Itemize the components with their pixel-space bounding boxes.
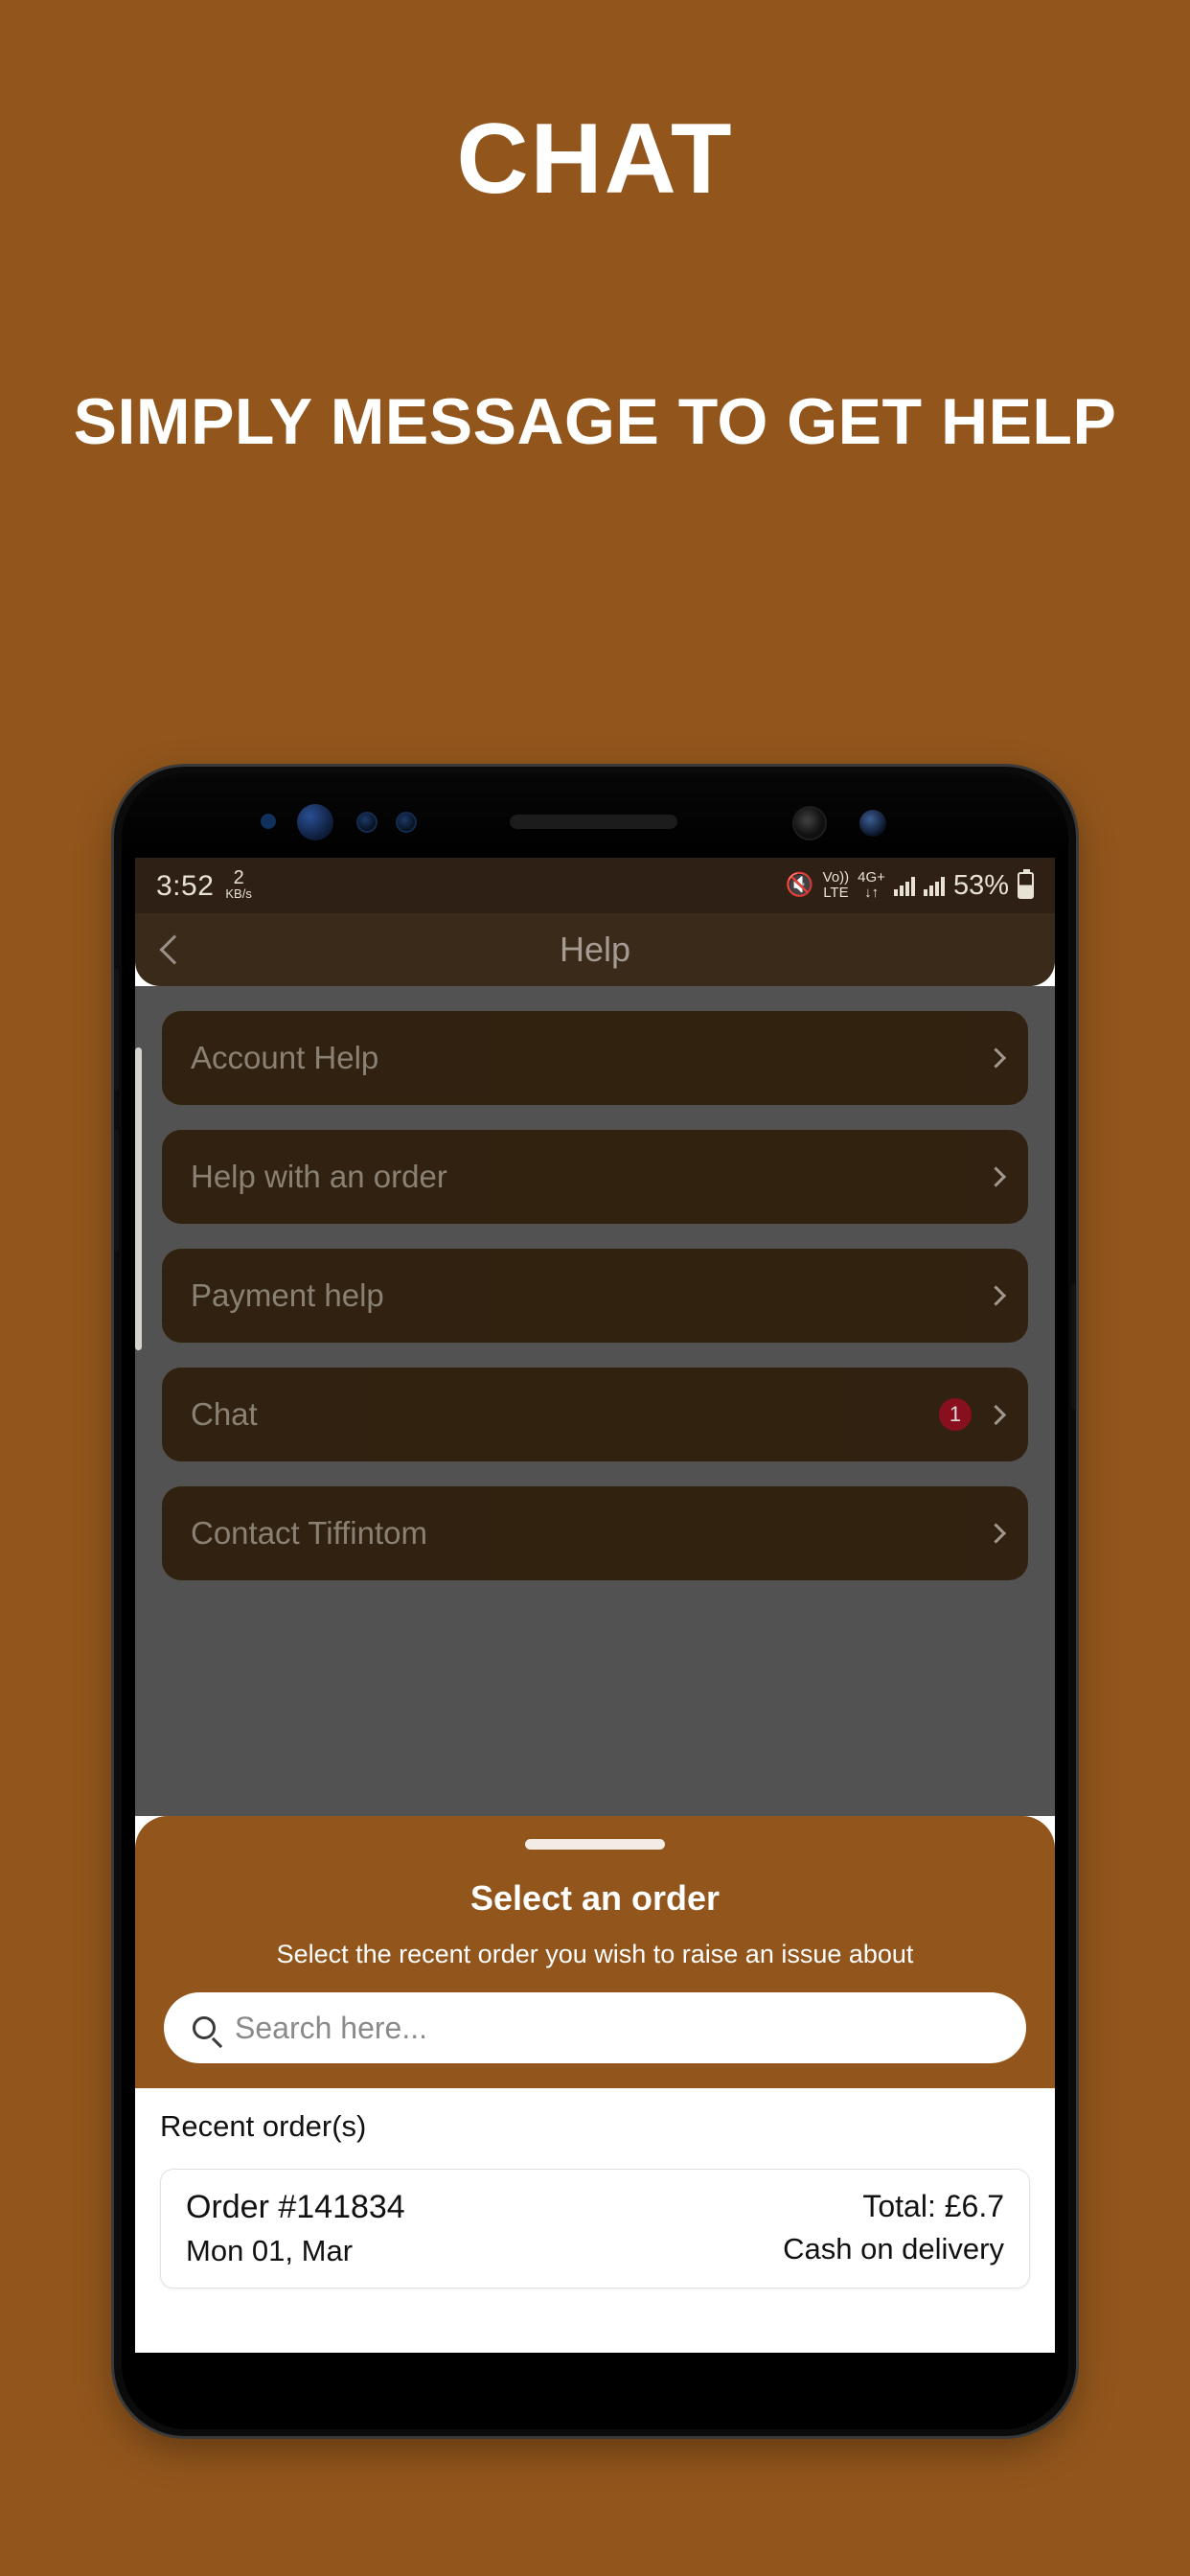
battery-icon bbox=[1018, 869, 1034, 899]
order-primary-info: Order #141834 Mon 01, Mar bbox=[186, 2189, 405, 2268]
recent-orders-title: Recent order(s) bbox=[160, 2109, 367, 2143]
network-type-label: 4G+ bbox=[858, 869, 885, 886]
light-sensor-icon bbox=[396, 812, 417, 833]
signal-bars-sim1-icon bbox=[893, 875, 915, 896]
status-badge: 1 bbox=[939, 1398, 972, 1431]
help-item-trailing: 1 bbox=[939, 1398, 1007, 1431]
search-placeholder: Search here... bbox=[235, 2010, 427, 2045]
drag-handle[interactable] bbox=[525, 1839, 665, 1850]
network-speed: 2 KB/s bbox=[225, 868, 251, 903]
page-title: Help bbox=[559, 930, 631, 969]
mute-icon: 🔇 bbox=[785, 872, 814, 898]
phone-screen: 3:52 2 KB/s 🔇 Vo)) LTE 4G+ ↓↑ 53% Help A… bbox=[135, 858, 1055, 2353]
volte-label-bottom: LTE bbox=[823, 885, 849, 901]
help-item-label: Account Help bbox=[191, 1040, 379, 1075]
order-id: Order #141834 bbox=[186, 2189, 405, 2225]
network-speed-value: 2 bbox=[233, 867, 244, 888]
data-arrows-icon: ↓↑ bbox=[864, 885, 880, 901]
status-bar-left: 3:52 2 KB/s bbox=[156, 868, 252, 903]
help-menu-list: Account Help Help with an order Payment … bbox=[135, 986, 1055, 1816]
help-item-account-help[interactable]: Account Help bbox=[162, 1011, 1028, 1105]
help-item-contact-tiffintom[interactable]: Contact Tiffintom bbox=[162, 1486, 1028, 1580]
chevron-right-icon bbox=[985, 1523, 1007, 1544]
proximity-sensor-icon bbox=[356, 812, 378, 833]
chevron-right-icon bbox=[985, 1047, 1007, 1069]
help-item-chat[interactable]: Chat 1 bbox=[162, 1368, 1028, 1461]
sheet-title: Select an order bbox=[469, 1878, 721, 1918]
chevron-right-icon bbox=[985, 1285, 1007, 1306]
secondary-camera-icon bbox=[859, 810, 886, 837]
phone-body: 3:52 2 KB/s 🔇 Vo)) LTE 4G+ ↓↑ 53% Help A… bbox=[122, 773, 1068, 2429]
sheet-subtitle: Select the recent order you wish to rais… bbox=[276, 1940, 914, 1968]
help-item-payment-help[interactable]: Payment help bbox=[162, 1249, 1028, 1343]
chevron-left-icon[interactable] bbox=[159, 934, 190, 965]
phone-top-bezel bbox=[122, 773, 1068, 858]
help-item-trailing bbox=[985, 1166, 1007, 1187]
volte-icon: Vo)) LTE bbox=[823, 870, 850, 900]
battery-percent: 53% bbox=[952, 869, 1009, 901]
network-speed-unit: KB/s bbox=[225, 886, 252, 901]
search-input[interactable]: Search here... bbox=[164, 1992, 1026, 2063]
order-secondary-info: Total: £6.7 Cash on delivery bbox=[783, 2189, 1004, 2268]
help-item-label: Chat bbox=[191, 1396, 258, 1432]
power-button[interactable] bbox=[1071, 1284, 1076, 1409]
phone-mockup: 3:52 2 KB/s 🔇 Vo)) LTE 4G+ ↓↑ 53% Help A… bbox=[114, 767, 1076, 2436]
help-item-trailing bbox=[985, 1285, 1007, 1306]
promo-title: CHAT bbox=[456, 104, 734, 215]
select-order-sheet: Select an order Select the recent order … bbox=[135, 1816, 1055, 2088]
volume-up-button[interactable] bbox=[114, 968, 119, 1091]
promo-screenshot: CHAT SIMPLY MESSAGE TO GET HELP 3:52 2 K… bbox=[0, 0, 1190, 2576]
help-item-trailing bbox=[985, 1047, 1007, 1069]
sensor-icon bbox=[261, 814, 276, 829]
help-item-label: Contact Tiffintom bbox=[191, 1515, 428, 1551]
help-item-trailing bbox=[985, 1523, 1007, 1544]
volte-label-top: Vo)) bbox=[822, 869, 850, 886]
status-bar: 3:52 2 KB/s 🔇 Vo)) LTE 4G+ ↓↑ 53% bbox=[135, 858, 1055, 913]
iris-scanner-icon bbox=[297, 804, 333, 840]
order-list-item[interactable]: Order #141834 Mon 01, Mar Total: £6.7 Ca… bbox=[160, 2169, 1030, 2288]
help-item-help-with-an-order[interactable]: Help with an order bbox=[162, 1130, 1028, 1224]
signal-bars-sim2-icon bbox=[923, 875, 945, 896]
scrollbar[interactable] bbox=[135, 1047, 142, 1350]
earpiece-speaker bbox=[510, 815, 677, 829]
promo-subtitle: SIMPLY MESSAGE TO GET HELP bbox=[73, 385, 1117, 458]
clock: 3:52 bbox=[156, 870, 215, 902]
help-item-label: Payment help bbox=[191, 1277, 384, 1313]
order-total: Total: £6.7 bbox=[862, 2189, 1004, 2223]
order-payment-method: Cash on delivery bbox=[783, 2232, 1004, 2266]
chevron-right-icon bbox=[985, 1404, 1007, 1425]
search-icon bbox=[193, 2016, 216, 2039]
front-camera-icon bbox=[792, 806, 827, 840]
recent-orders-panel: Recent order(s) Order #141834 Mon 01, Ma… bbox=[135, 2088, 1055, 2317]
volume-down-button[interactable] bbox=[114, 1129, 119, 1252]
help-item-label: Help with an order bbox=[191, 1159, 447, 1194]
app-bar: Help bbox=[135, 913, 1055, 986]
status-bar-right: 🔇 Vo)) LTE 4G+ ↓↑ 53% bbox=[785, 869, 1034, 902]
network-type-icon: 4G+ ↓↑ bbox=[858, 870, 885, 900]
chevron-right-icon bbox=[985, 1166, 1007, 1187]
order-date: Mon 01, Mar bbox=[186, 2234, 354, 2267]
phone-bottom-bezel bbox=[122, 2353, 1068, 2429]
